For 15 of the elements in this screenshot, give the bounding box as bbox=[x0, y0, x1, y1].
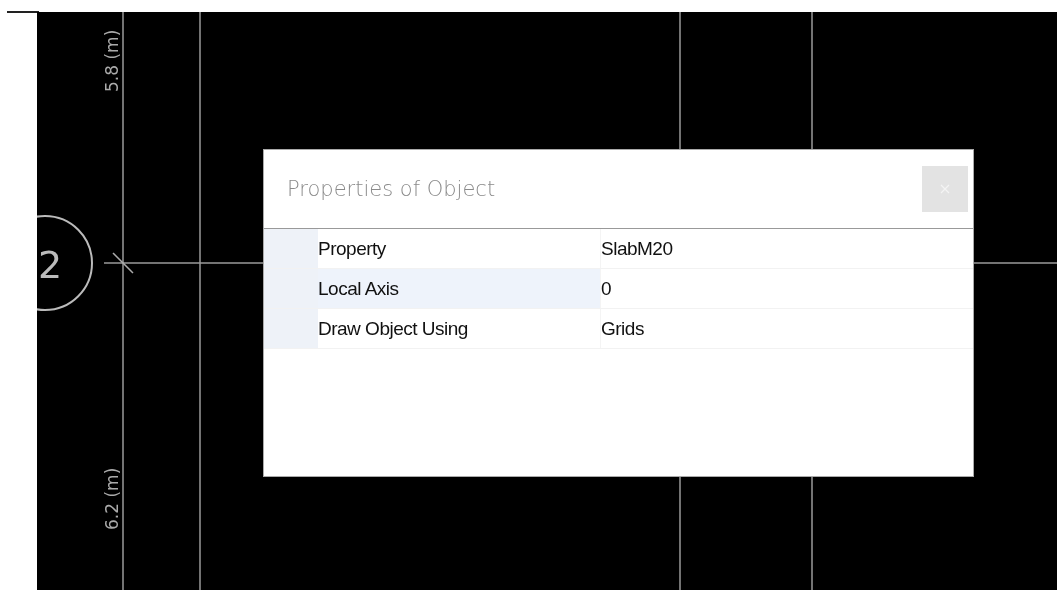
dimension-label: 5.8 (m) bbox=[102, 29, 122, 92]
dialog-title: Properties of Object bbox=[287, 177, 496, 201]
row-header[interactable] bbox=[264, 229, 318, 268]
property-value[interactable]: SlabM20 bbox=[600, 229, 973, 268]
grid-bubble-label: 2 bbox=[38, 243, 63, 287]
dimension-label: 6.2 (m) bbox=[102, 467, 122, 530]
property-value[interactable]: Grids bbox=[600, 309, 973, 348]
close-button[interactable] bbox=[922, 166, 968, 212]
row-header[interactable] bbox=[264, 269, 318, 308]
property-name[interactable]: Property bbox=[318, 229, 600, 268]
property-name[interactable]: Local Axis bbox=[318, 269, 600, 308]
row-header[interactable] bbox=[264, 309, 318, 348]
intersection-mark bbox=[112, 252, 134, 274]
property-value[interactable]: 0 bbox=[600, 269, 973, 308]
property-name[interactable]: Draw Object Using bbox=[318, 309, 600, 348]
